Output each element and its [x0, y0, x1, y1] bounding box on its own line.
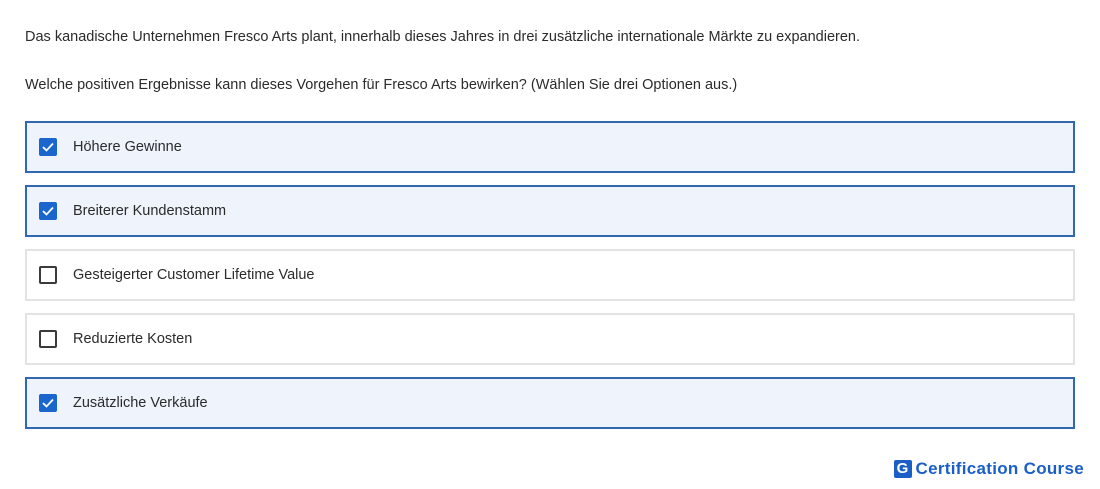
option-2[interactable]: Breiterer Kundenstamm	[25, 185, 1075, 237]
option-label: Höhere Gewinne	[73, 139, 182, 155]
option-4[interactable]: Reduzierte Kosten	[25, 313, 1075, 365]
check-icon	[42, 398, 54, 408]
checkbox[interactable]	[39, 394, 57, 412]
check-icon	[42, 142, 54, 152]
question-intro: Das kanadische Unternehmen Fresco Arts p…	[25, 29, 861, 45]
option-label: Zusätzliche Verkäufe	[73, 395, 208, 411]
brand-logo-icon: G	[893, 460, 912, 478]
option-5[interactable]: Zusätzliche Verkäufe	[25, 377, 1075, 429]
question-prompt: Welche positiven Ergebnisse kann dieses …	[25, 77, 738, 93]
option-label: Breiterer Kundenstamm	[73, 203, 227, 219]
checkbox[interactable]	[39, 138, 57, 156]
quiz-page: Das kanadische Unternehmen Fresco Arts p…	[0, 0, 1100, 489]
option-label: Gesteigerter Customer Lifetime Value	[73, 267, 315, 283]
option-3[interactable]: Gesteigerter Customer Lifetime Value	[25, 249, 1075, 301]
checkbox[interactable]	[39, 330, 57, 348]
checkbox[interactable]	[39, 202, 57, 220]
option-label: Reduzierte Kosten	[73, 331, 193, 347]
brand-name: Certification Course	[915, 459, 1084, 478]
brand-logo: G Certification Course	[893, 459, 1084, 479]
answer-options: Höhere Gewinne Breiterer Kundenstamm Ges…	[25, 121, 1075, 441]
check-icon	[42, 206, 54, 216]
checkbox[interactable]	[39, 266, 57, 284]
option-1[interactable]: Höhere Gewinne	[25, 121, 1075, 173]
